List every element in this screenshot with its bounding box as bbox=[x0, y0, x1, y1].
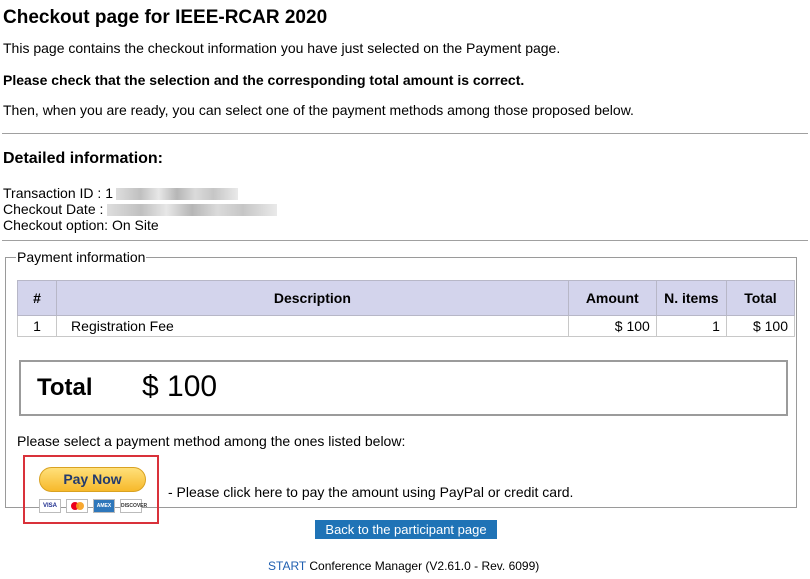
discover-icon: DISCOVER bbox=[120, 499, 147, 513]
table-row: 1 Registration Fee $ 100 1 $ 100 bbox=[16, 315, 796, 337]
visa-icon: VISA bbox=[39, 499, 61, 513]
payment-information-legend: Payment information bbox=[17, 249, 146, 265]
checkout-option-label: Checkout option: bbox=[3, 217, 112, 233]
page-title: Checkout page for IEEE-RCAR 2020 bbox=[3, 7, 328, 28]
row-amount: $ 100 bbox=[567, 315, 657, 337]
divider bbox=[2, 133, 808, 134]
transaction-id-value: 1 bbox=[105, 185, 113, 201]
start-link[interactable]: START bbox=[268, 559, 306, 573]
redacted-transaction-id bbox=[115, 188, 238, 201]
row-n-items: 1 bbox=[655, 315, 727, 337]
row-description: Registration Fee bbox=[56, 315, 569, 337]
checkout-option-value: On Site bbox=[111, 217, 159, 233]
total-box: Total $ 100 bbox=[19, 360, 788, 416]
checkout-option-row: Checkout option: On Site bbox=[3, 217, 277, 233]
row-num: 1 bbox=[16, 315, 58, 337]
select-payment-message: Please select a payment method among the… bbox=[17, 433, 406, 449]
warning-text: Please check that the selection and the … bbox=[3, 72, 525, 88]
transaction-id-label: Transaction ID : bbox=[3, 185, 106, 201]
redacted-checkout-date bbox=[107, 204, 278, 217]
mastercard-icon bbox=[66, 499, 88, 513]
paypal-instruction: - Please click here to pay the amount us… bbox=[168, 484, 574, 500]
checkout-date-label: Checkout Date : bbox=[3, 201, 108, 217]
items-table: # Description Amount N. items Total 1 Re… bbox=[16, 280, 796, 337]
column-header-description: Description bbox=[56, 280, 569, 316]
column-header-num: # bbox=[16, 280, 58, 316]
checkout-date-row: Checkout Date : bbox=[3, 201, 278, 217]
back-to-participant-button[interactable]: Back to the participant page bbox=[315, 520, 497, 539]
footer: START Conference Manager (V2.61.0 - Rev.… bbox=[268, 559, 539, 573]
paypal-pay-now-button[interactable]: Pay Now bbox=[39, 467, 146, 492]
row-total: $ 100 bbox=[725, 315, 796, 337]
details-heading: Detailed information: bbox=[3, 150, 164, 167]
table-header-row: # Description Amount N. items Total bbox=[16, 280, 796, 316]
amex-icon: AMEX bbox=[93, 499, 115, 513]
total-value: $ 100 bbox=[142, 370, 218, 403]
footer-text: Conference Manager (V2.61.0 - Rev. 6099) bbox=[306, 559, 540, 573]
paypal-payment-option[interactable]: Pay Now VISA AMEX DISCOVER bbox=[23, 455, 159, 524]
column-header-n-items: N. items bbox=[655, 280, 727, 316]
checkout-page: Checkout page for IEEE-RCAR 2020 This pa… bbox=[0, 0, 810, 579]
divider bbox=[2, 240, 808, 241]
column-header-total: Total bbox=[725, 280, 796, 316]
transaction-id-row: Transaction ID : 1 bbox=[3, 185, 277, 201]
intro-text: This page contains the checkout informat… bbox=[3, 40, 561, 56]
payment-information-panel: Payment information # Description Amount… bbox=[5, 249, 797, 524]
column-header-amount: Amount bbox=[567, 280, 657, 316]
total-label: Total bbox=[37, 374, 93, 401]
details-info: Transaction ID : 1 Checkout Date : Check… bbox=[3, 185, 278, 233]
instruction-text: Then, when you are ready, you can select… bbox=[3, 102, 634, 118]
